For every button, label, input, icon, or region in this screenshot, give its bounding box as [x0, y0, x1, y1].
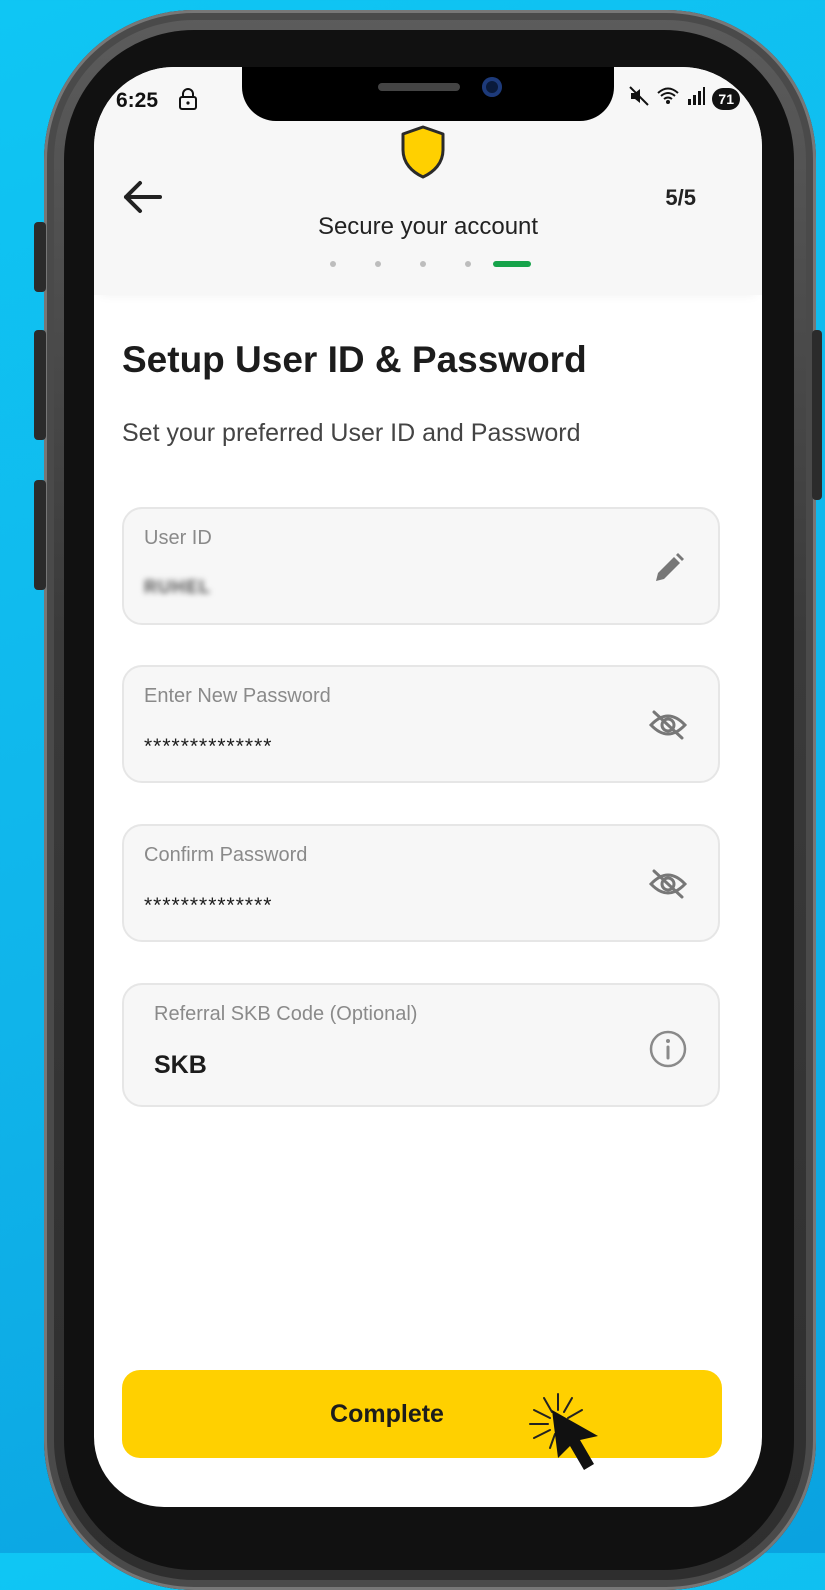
speaker — [378, 83, 460, 91]
eye-off-icon[interactable] — [648, 868, 688, 905]
referral-code-value: SKB — [154, 1051, 207, 1079]
referral-code-field[interactable]: Referral SKB Code (Optional) SKB — [122, 983, 720, 1107]
step-indicator — [330, 261, 531, 267]
phone-screen: 6:25 71 5/5 Secure your account Setup Us… — [94, 67, 762, 1507]
step-dot — [330, 261, 336, 267]
lock-icon — [178, 87, 198, 116]
page-title: Setup User ID & Password — [122, 339, 587, 380]
signal-icon — [686, 86, 706, 111]
referral-code-label: Referral SKB Code (Optional) — [154, 1003, 418, 1025]
page-subtitle: Set your preferred User ID and Password — [122, 419, 581, 447]
step-dot — [465, 261, 471, 267]
battery-indicator: 71 — [712, 87, 740, 110]
wifi-icon — [656, 86, 680, 111]
edit-pencil-icon[interactable] — [652, 551, 686, 590]
eye-off-icon[interactable] — [648, 709, 688, 746]
mute-icon — [628, 85, 650, 112]
click-cursor-icon — [522, 1378, 632, 1483]
step-counter: 5/5 — [665, 185, 696, 210]
back-button[interactable] — [120, 177, 166, 217]
side-button — [34, 222, 46, 292]
step-dot — [420, 261, 426, 267]
side-button — [34, 480, 46, 590]
user-id-value: RUHEL — [144, 577, 211, 597]
camera — [482, 77, 502, 97]
side-button — [34, 330, 46, 440]
side-button — [812, 330, 822, 500]
header-title: Secure your account — [317, 213, 539, 240]
arrow-left-icon — [124, 181, 162, 213]
complete-button[interactable]: Complete — [122, 1370, 722, 1470]
confirm-password-label: Confirm Password — [144, 844, 308, 866]
user-id-field[interactable]: User ID RUHEL — [122, 507, 720, 625]
status-time: 6:25 — [116, 89, 159, 112]
info-icon[interactable] — [648, 1029, 688, 1074]
status-icons: 71 — [628, 85, 740, 112]
new-password-label: Enter New Password — [144, 685, 331, 707]
new-password-value: ************** — [144, 735, 273, 758]
shield-icon — [400, 125, 446, 184]
confirm-password-field[interactable]: Confirm Password ************** — [122, 824, 720, 942]
step-dot — [375, 261, 381, 267]
confirm-password-value: ************** — [144, 894, 273, 917]
user-id-label: User ID — [144, 527, 212, 549]
step-dot-active — [493, 261, 531, 267]
notch — [242, 67, 614, 121]
new-password-field[interactable]: Enter New Password ************** — [122, 665, 720, 783]
